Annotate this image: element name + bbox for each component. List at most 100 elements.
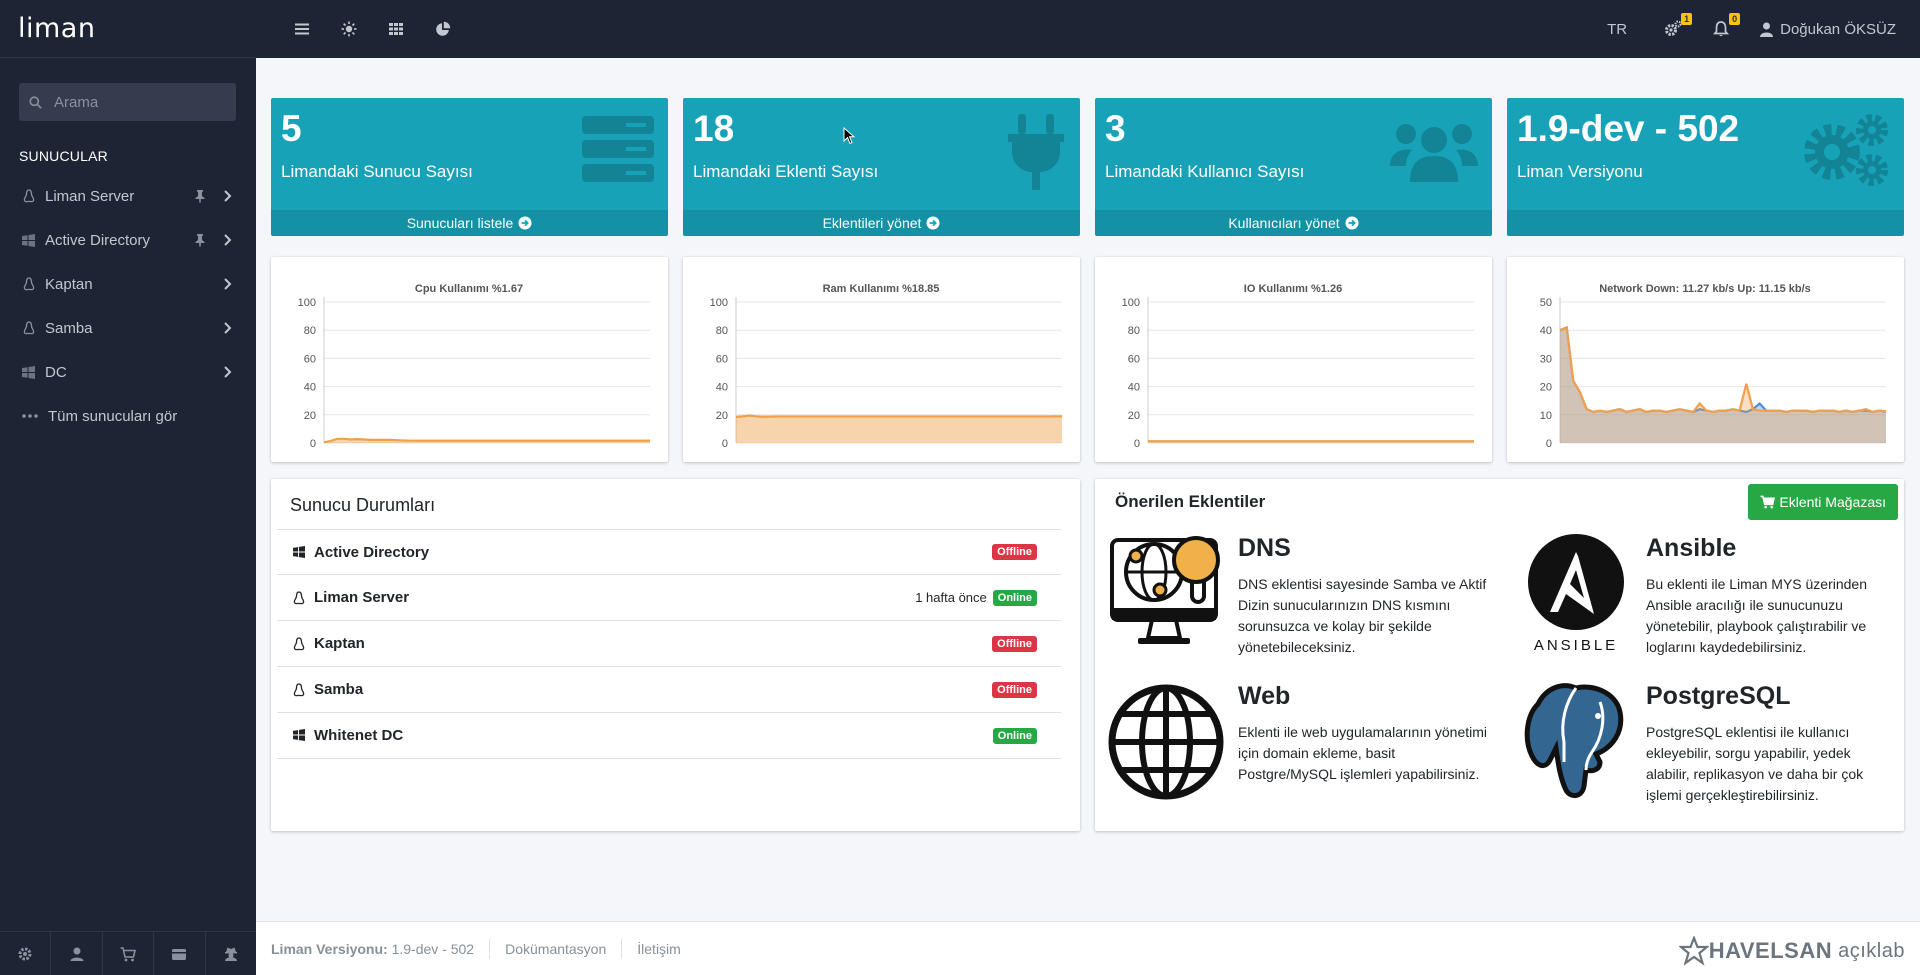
server-row[interactable]: Active Directory Offline <box>277 529 1061 575</box>
windows-icon <box>21 233 36 248</box>
linux-icon <box>293 637 306 651</box>
server-name[interactable]: Kaptan <box>314 635 365 652</box>
users-manage-link[interactable]: Kullanıcıları yönet <box>1095 210 1492 236</box>
topbar: TR 1 0 Doğukan ÖKSÜZ <box>256 0 1920 58</box>
extension-name[interactable]: DNS <box>1238 534 1291 563</box>
extension-store-button[interactable]: Eklenti Mağazası <box>1748 484 1898 520</box>
extension-name[interactable]: Web <box>1238 682 1290 711</box>
language-switch[interactable]: TR <box>1607 21 1627 38</box>
menu-toggle-button[interactable] <box>278 0 325 58</box>
wallet-button[interactable] <box>154 932 206 975</box>
market-button[interactable] <box>103 932 155 975</box>
network-chart: Network Down: 11.27 kb/s Up: 11.15 kb/s 0… <box>1540 283 1887 450</box>
stat-label: Limandaki Sunucu Sayısı <box>281 162 473 181</box>
theme-toggle-button[interactable] <box>325 0 372 58</box>
extension-name[interactable]: PostgreSQL <box>1646 682 1790 711</box>
tasks-badge: 1 <box>1681 13 1693 25</box>
server-name[interactable]: Whitenet DC <box>314 727 403 744</box>
y-tick-label: 20 <box>1128 410 1140 422</box>
windows-icon <box>293 545 306 559</box>
servers-list-link[interactable]: Sunucuları listele <box>271 210 668 236</box>
cpu-chart: Cpu Kullanımı %1.67 0 20 40 60 80 100 <box>298 283 651 450</box>
extensions-manage-link[interactable]: Eklentileri yönet <box>683 210 1080 236</box>
apps-button[interactable] <box>372 0 419 58</box>
sun-icon <box>341 21 356 37</box>
sidebar-item-kaptan[interactable]: Kaptan <box>0 262 256 306</box>
extension-ansible[interactable]: ANSIBLE Ansible Bu eklenti ile Liman MYS… <box>1516 534 1916 674</box>
server-name[interactable]: Samba <box>314 681 363 698</box>
brand[interactable]: liman <box>0 0 256 58</box>
status-badge: Offline <box>992 635 1037 652</box>
docs-link[interactable]: Dokümantasyon <box>505 941 606 957</box>
sidebar-item-samba[interactable]: Samba <box>0 306 256 350</box>
y-tick-label: 80 <box>304 325 316 337</box>
io-chart-card: IO Kullanımı %1.26 0 20 40 60 80 100 <box>1095 257 1492 462</box>
sidebar-item-label: Tüm sunucuları gör <box>48 407 178 425</box>
y-tick-label: 0 <box>722 438 728 450</box>
pin-icon[interactable] <box>194 233 206 247</box>
web-globe-icon <box>1108 684 1224 800</box>
contact-link[interactable]: İletişim <box>637 941 681 957</box>
mouse-cursor-icon <box>843 127 855 145</box>
sidebar-item-label: Samba <box>45 319 93 337</box>
chart-title: Network Down: 11.27 kb/s Up: 11.15 kb/s <box>1599 283 1811 295</box>
admin-button[interactable] <box>206 932 256 975</box>
stats-button[interactable] <box>419 0 466 58</box>
settings-button[interactable] <box>0 932 52 975</box>
tasks-button[interactable]: 1 <box>1664 13 1693 38</box>
bell-icon <box>1713 21 1730 37</box>
sidebar-item-dc[interactable]: DC <box>0 350 256 394</box>
extension-postgresql[interactable]: PostgreSQL PostgreSQL eklentisi ile kull… <box>1516 682 1916 822</box>
notifications-button[interactable]: 0 <box>1712 13 1741 38</box>
profile-button[interactable] <box>51 932 103 975</box>
server-name[interactable]: Liman Server <box>314 589 409 606</box>
stat-version: 1.9-dev - 502 Liman Versiyonu <box>1507 98 1904 236</box>
sidebar: liman SUNUCULAR Liman Server Active Dire… <box>0 0 256 975</box>
search-input[interactable] <box>54 93 224 111</box>
stat-servers: 5 Limandaki Sunucu Sayısı Sunucuları lis… <box>271 98 668 236</box>
network-chart-card: Network Down: 11.27 kb/s Up: 11.15 kb/s 0… <box>1507 257 1904 462</box>
sidebar-item-label: Kaptan <box>45 275 93 293</box>
version-footer <box>1507 210 1904 236</box>
linux-icon <box>293 683 306 697</box>
series-area <box>736 415 1062 443</box>
link-label: Eklentileri yönet <box>822 215 922 231</box>
sidebar-search[interactable] <box>19 83 236 121</box>
pie-chart-icon <box>435 21 450 36</box>
status-badge: Offline <box>992 544 1037 560</box>
extension-name[interactable]: Ansible <box>1646 534 1736 563</box>
pin-icon[interactable] <box>194 189 206 203</box>
server-row[interactable]: Whitenet DC Online <box>277 713 1061 759</box>
server-row[interactable]: Liman Server 1 hafta önce Online <box>277 575 1061 621</box>
series-area <box>1560 327 1886 443</box>
server-row[interactable]: Kaptan Offline <box>277 621 1061 667</box>
ram-chart: Ram Kullanımı %18.85 0 20 40 60 80 100 <box>710 283 1062 450</box>
sidebar-item-label: Active Directory <box>45 231 151 249</box>
server-row[interactable]: Samba Offline <box>277 667 1061 713</box>
chevron-right-icon[interactable] <box>223 277 232 291</box>
havelsan-logo[interactable]: HAVELSAN açıklab <box>1678 936 1905 966</box>
sidebar-item-liman-server[interactable]: Liman Server <box>0 174 256 218</box>
linux-icon <box>21 321 36 336</box>
user-menu[interactable]: Doğukan ÖKSÜZ <box>1760 21 1896 38</box>
brand-logo-text[interactable]: liman <box>18 13 95 44</box>
y-tick-label: 60 <box>304 353 316 365</box>
company-name: HAVELSAN <box>1708 938 1833 963</box>
y-tick-label: 50 <box>1540 297 1552 309</box>
chevron-right-icon[interactable] <box>223 365 232 379</box>
hamburger-icon <box>294 23 309 35</box>
y-tick-label: 40 <box>716 382 728 394</box>
star-icon <box>1678 936 1709 966</box>
y-tick-label: 40 <box>304 382 316 394</box>
sidebar-item-active-directory[interactable]: Active Directory <box>0 218 256 262</box>
server-name[interactable]: Active Directory <box>314 544 429 561</box>
extension-web[interactable]: Web Eklenti ile web uygulamalarının yöne… <box>1108 682 1508 822</box>
chevron-right-icon[interactable] <box>223 189 232 203</box>
sidebar-item-all-servers[interactable]: Tüm sunucuları gör <box>0 394 256 438</box>
wallet-icon <box>172 948 187 960</box>
extension-dns[interactable]: DNS DNS eklentisi sayesinde Samba ve Akt… <box>1108 534 1508 674</box>
windows-icon <box>293 729 306 742</box>
chevron-right-icon[interactable] <box>223 321 232 335</box>
windows-icon <box>21 365 36 380</box>
chevron-right-icon[interactable] <box>223 233 232 247</box>
